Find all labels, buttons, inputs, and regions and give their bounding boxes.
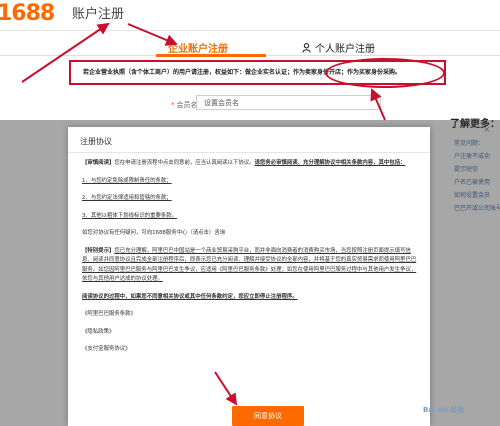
- active-tab-indicator: [156, 54, 266, 57]
- required-mark: *: [171, 101, 175, 109]
- page-title: 账户注册: [72, 7, 125, 22]
- term-item: 1、与您约定免除或限制责任的条款；: [82, 177, 172, 184]
- member-name-input[interactable]: 设置会员名: [196, 95, 381, 110]
- paragraph-text: 您在申请注册流程中点击同意前，应当认真阅读以下协议。: [114, 160, 255, 166]
- watermark: Bai du 经验: [423, 406, 465, 414]
- paragraph-emphasis: 请您务必审慎阅读、充分理解协议中相关条款内容，其中包括：: [254, 160, 406, 166]
- tab-personal-label: 个人账户注册: [315, 44, 375, 55]
- person-icon: [302, 42, 311, 53]
- header-divider: [0, 30, 500, 31]
- site-logo[interactable]: 1688: [0, 0, 55, 29]
- paragraph-review: 【审慎阅读】您在申请注册流程中点击同意前，应当认真阅读以下协议。请您务必审慎阅读…: [82, 159, 418, 169]
- member-name-label-text: 会员名: [176, 101, 198, 109]
- paragraph-warning: 阅读协议的过程中，如果您不同意相关协议或其中任何条款约定，您应立即停止注册程序。: [82, 293, 298, 300]
- dialog-title: 注册协议: [80, 137, 112, 146]
- link-alipay-agreement[interactable]: 《支付宝服务协议》: [82, 345, 418, 355]
- tab-personal-registration[interactable]: 个人账户注册: [302, 40, 375, 55]
- contact-line[interactable]: 如您对协议有任何疑问，可向1688服务中心（请点击）咨询: [82, 229, 418, 239]
- link-privacy-policy[interactable]: 《隐私政策》: [82, 328, 418, 338]
- agree-button[interactable]: 同意协议: [232, 406, 304, 426]
- annotation-ellipse: [325, 58, 445, 88]
- paragraph-special: 【特别提示】您已充分理解，阿里巴巴中国站是一个商业贸易采购平台，而并非面向消费者…: [82, 247, 418, 285]
- term-item: 3、其他以粗体下划线标识的重要条款。: [82, 212, 178, 219]
- agreement-text: 【审慎阅读】您在申请注册流程中点击同意前，应当认真阅读以下协议。请您务必审慎阅读…: [82, 159, 418, 355]
- paragraph-head: 【特别提示】: [82, 247, 115, 254]
- dialog-divider: [68, 152, 430, 153]
- term-item: 2、与您约定法律适用和管辖的条款；: [82, 195, 172, 201]
- paragraph-head: 【审慎阅读】: [82, 160, 115, 166]
- paragraph-text: 您已充分理解，阿里巴巴中国站是一个商业贸易采购平台，而并非面向消费者的消费购买市…: [82, 247, 417, 283]
- registration-page: 1688 账户注册 企业账户注册 个人账户注册 若企业营业执照（含个体工商户）的…: [0, 0, 500, 426]
- link-service-terms[interactable]: 《阿里巴巴服务条款》: [82, 310, 418, 320]
- member-name-label: * 会员名: [171, 100, 198, 110]
- tab-enterprise-registration[interactable]: 企业账户注册: [168, 40, 228, 55]
- agreement-dialog: 注册协议 【审慎阅读】您在申请注册流程中点击同意前，应当认真阅读以下协议。请您务…: [68, 127, 430, 426]
